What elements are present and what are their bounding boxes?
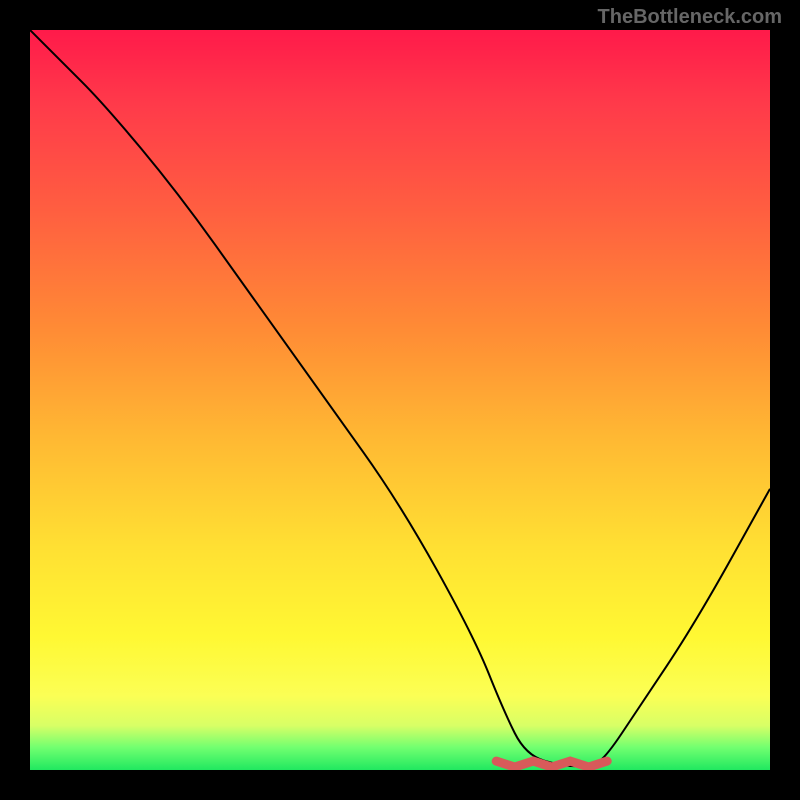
watermark-text: TheBottleneck.com (598, 6, 782, 29)
bottleneck-curve-path (30, 30, 770, 766)
curve-svg (30, 30, 770, 770)
plot-area (30, 30, 770, 770)
